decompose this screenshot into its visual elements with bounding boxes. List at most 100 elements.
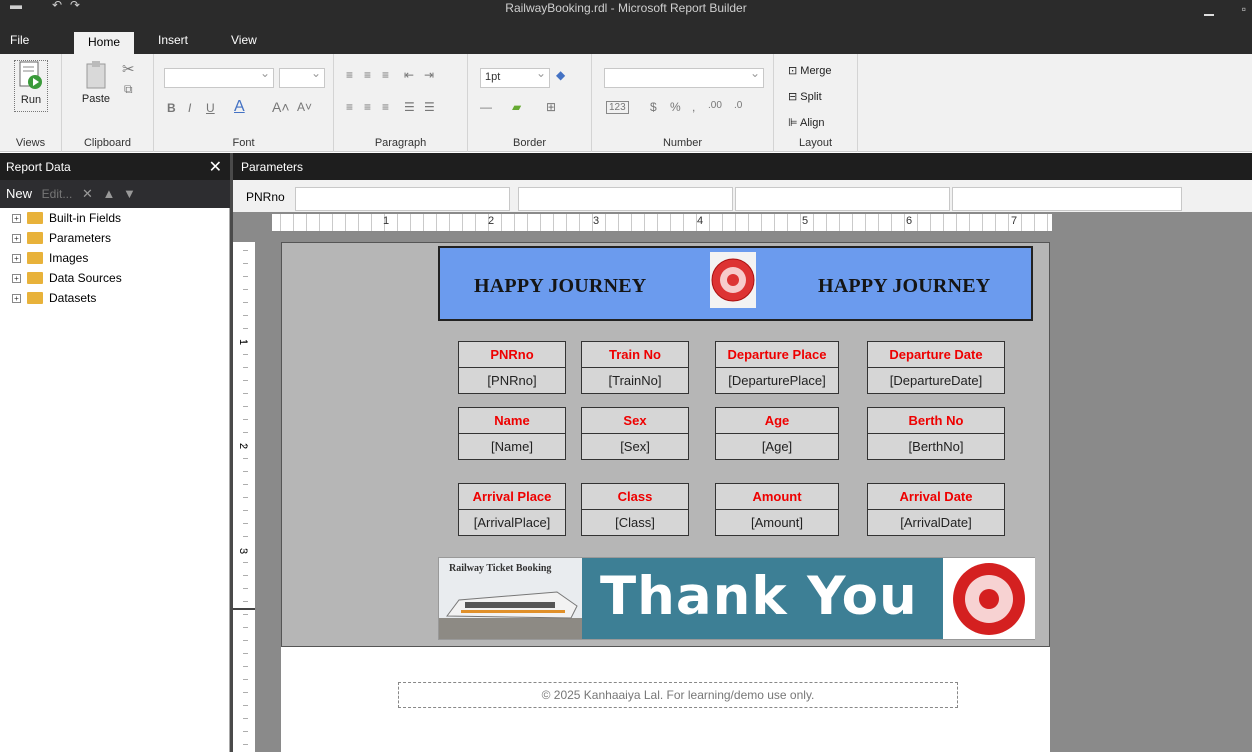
border-color-icon[interactable]: ◆ bbox=[556, 68, 565, 82]
font-name-dropdown[interactable] bbox=[164, 66, 274, 88]
decrease-indent-icon[interactable]: ⇤ bbox=[404, 68, 414, 82]
italic-icon[interactable]: I bbox=[188, 101, 191, 115]
tab-file[interactable]: File bbox=[10, 33, 29, 47]
new-button[interactable]: New bbox=[6, 186, 32, 201]
font-size-dropdown[interactable] bbox=[279, 66, 325, 88]
folder-icon bbox=[27, 272, 43, 284]
tab-home[interactable]: Home bbox=[74, 32, 135, 54]
header-left-text: HAPPY JOURNEY bbox=[474, 275, 647, 297]
group-label: Views bbox=[15, 137, 46, 149]
report-data-tree: + Built-in Fields + Parameters + Images + Da… bbox=[0, 208, 230, 752]
ruler-mark: 6 bbox=[906, 215, 913, 227]
decrease-decimal-icon[interactable]: .0 bbox=[734, 100, 742, 111]
field-card-arrival-place[interactable]: Arrival Place [ArrivalPlace] bbox=[458, 483, 566, 536]
tree-item-parameters[interactable]: + Parameters bbox=[12, 228, 111, 248]
train-image: Railway Ticket Booking bbox=[439, 558, 582, 639]
ruler-mark: 4 bbox=[697, 215, 704, 227]
border-width-dropdown[interactable]: 1pt bbox=[480, 66, 550, 88]
fill-color-icon[interactable]: ▰ bbox=[512, 100, 521, 114]
folder-icon bbox=[27, 232, 43, 244]
percent-icon[interactable]: % bbox=[670, 100, 681, 114]
run-button[interactable]: Run bbox=[14, 60, 48, 112]
align-right-icon[interactable]: ≡ bbox=[382, 100, 389, 114]
report-header-box[interactable]: HAPPY JOURNEY HAPPY JOURNEY bbox=[438, 246, 1033, 321]
field-card-class[interactable]: Class [Class] bbox=[581, 483, 689, 536]
merge-icon: ⊡ bbox=[788, 65, 801, 77]
field-card-arrival-date[interactable]: Arrival Date [ArrivalDate] bbox=[867, 483, 1005, 536]
underline-icon[interactable]: U bbox=[206, 101, 215, 115]
delete-icon[interactable]: ✕ bbox=[82, 186, 93, 201]
field-card-name[interactable]: Name [Name] bbox=[458, 407, 566, 460]
comma-icon[interactable]: , bbox=[692, 100, 695, 114]
report-data-title: Report Data bbox=[6, 160, 71, 174]
field-card-berth-no[interactable]: Berth No [BerthNo] bbox=[867, 407, 1005, 460]
font-color-icon[interactable]: A bbox=[234, 98, 245, 116]
field-card-sex[interactable]: Sex [Sex] bbox=[581, 407, 689, 460]
border-style-icon[interactable]: — bbox=[480, 100, 492, 114]
tree-item-datasets[interactable]: + Datasets bbox=[12, 288, 96, 308]
cut-icon[interactable]: ✂ bbox=[122, 60, 135, 78]
railway-logo-icon bbox=[710, 252, 756, 308]
expand-icon[interactable]: + bbox=[12, 253, 21, 263]
increase-indent-icon[interactable]: ⇥ bbox=[424, 68, 434, 82]
edit-button[interactable]: Edit... bbox=[42, 187, 73, 201]
parameter-cell bbox=[518, 187, 733, 211]
paste-button[interactable]: Paste bbox=[78, 60, 114, 105]
align-button[interactable]: ⊫ Align bbox=[788, 116, 825, 129]
align-center-icon[interactable]: ≡ bbox=[364, 100, 371, 114]
tab-insert[interactable]: Insert bbox=[158, 33, 188, 47]
align-bottom-icon[interactable]: ≡ bbox=[382, 68, 389, 82]
tab-view[interactable]: View bbox=[231, 33, 257, 47]
group-label: Border bbox=[512, 137, 547, 149]
numbering-icon[interactable]: ☰ bbox=[424, 100, 435, 114]
merge-button[interactable]: ⊡ Merge bbox=[788, 64, 831, 77]
increase-decimal-icon[interactable]: .00 bbox=[708, 100, 722, 111]
field-card-departure-place[interactable]: Departure Place [DeparturePlace] bbox=[715, 341, 839, 394]
expand-icon[interactable]: + bbox=[12, 293, 21, 303]
field-card-pnrno[interactable]: PNRno [PNRno] bbox=[458, 341, 566, 394]
copy-icon[interactable]: ⧉ bbox=[124, 82, 133, 97]
field-card-train-no[interactable]: Train No [TrainNo] bbox=[581, 341, 689, 394]
tree-item-images[interactable]: + Images bbox=[12, 248, 88, 268]
grow-font-icon[interactable]: A˄ bbox=[272, 99, 290, 115]
align-left-icon[interactable]: ≡ bbox=[346, 100, 353, 114]
folder-icon bbox=[27, 292, 43, 304]
bold-icon[interactable]: B bbox=[167, 101, 176, 115]
pnr-parameter-input[interactable] bbox=[295, 187, 510, 211]
number-format-dropdown[interactable] bbox=[604, 66, 764, 88]
ribbon-tabs: File Home Insert View bbox=[0, 28, 1252, 54]
parameter-cell bbox=[952, 187, 1182, 211]
thank-you-panel: Thank You bbox=[582, 558, 943, 639]
bullets-icon[interactable]: ☰ bbox=[404, 100, 415, 114]
expand-icon[interactable]: + bbox=[12, 233, 21, 243]
ruler-mark: 3 bbox=[237, 547, 250, 555]
placeholder-styles-icon[interactable]: 123 bbox=[606, 101, 629, 114]
field-card-amount[interactable]: Amount [Amount] bbox=[715, 483, 839, 536]
tree-item-built-in-fields[interactable]: + Built-in Fields bbox=[12, 208, 121, 228]
minimize-button[interactable] bbox=[1204, 14, 1214, 16]
thank-you-text: Thank You bbox=[600, 566, 918, 627]
shrink-font-icon[interactable]: A˅ bbox=[297, 100, 312, 114]
field-card-age[interactable]: Age [Age] bbox=[715, 407, 839, 460]
group-layout: ⊡ Merge ⊟ Split ⊫ Align Layout bbox=[774, 54, 858, 152]
thank-you-banner[interactable]: Railway Ticket Booking Thank You bbox=[438, 557, 1035, 640]
ruler-mark: 7 bbox=[1011, 215, 1018, 227]
expand-icon[interactable]: + bbox=[12, 213, 21, 223]
close-icon[interactable]: ✕ bbox=[209, 157, 222, 177]
split-button[interactable]: ⊟ Split bbox=[788, 90, 822, 103]
move-up-icon[interactable]: ▲ bbox=[102, 186, 115, 201]
move-down-icon[interactable]: ▼ bbox=[123, 186, 136, 201]
ruler-mark: 1 bbox=[237, 338, 250, 346]
currency-icon[interactable]: $ bbox=[650, 100, 657, 114]
borders-icon[interactable]: ⊞ bbox=[546, 100, 556, 114]
expand-icon[interactable]: + bbox=[12, 273, 21, 283]
restore-button[interactable]: ▫ bbox=[1242, 2, 1246, 16]
ruler-mark: 5 bbox=[802, 215, 809, 227]
report-footer-text[interactable]: © 2025 Kanhaaiya Lal. For learning/demo … bbox=[398, 682, 958, 708]
tree-item-data-sources[interactable]: + Data Sources bbox=[12, 268, 122, 288]
field-card-departure-date[interactable]: Departure Date [DepartureDate] bbox=[867, 341, 1005, 394]
vertical-ruler: 1 2 3 bbox=[233, 242, 255, 752]
align-top-icon[interactable]: ≡ bbox=[346, 68, 353, 82]
group-paragraph: ≡ ≡ ≡ ⇤ ⇥ ≡ ≡ ≡ ☰ ☰ Paragraph bbox=[334, 54, 468, 152]
align-middle-icon[interactable]: ≡ bbox=[364, 68, 371, 82]
